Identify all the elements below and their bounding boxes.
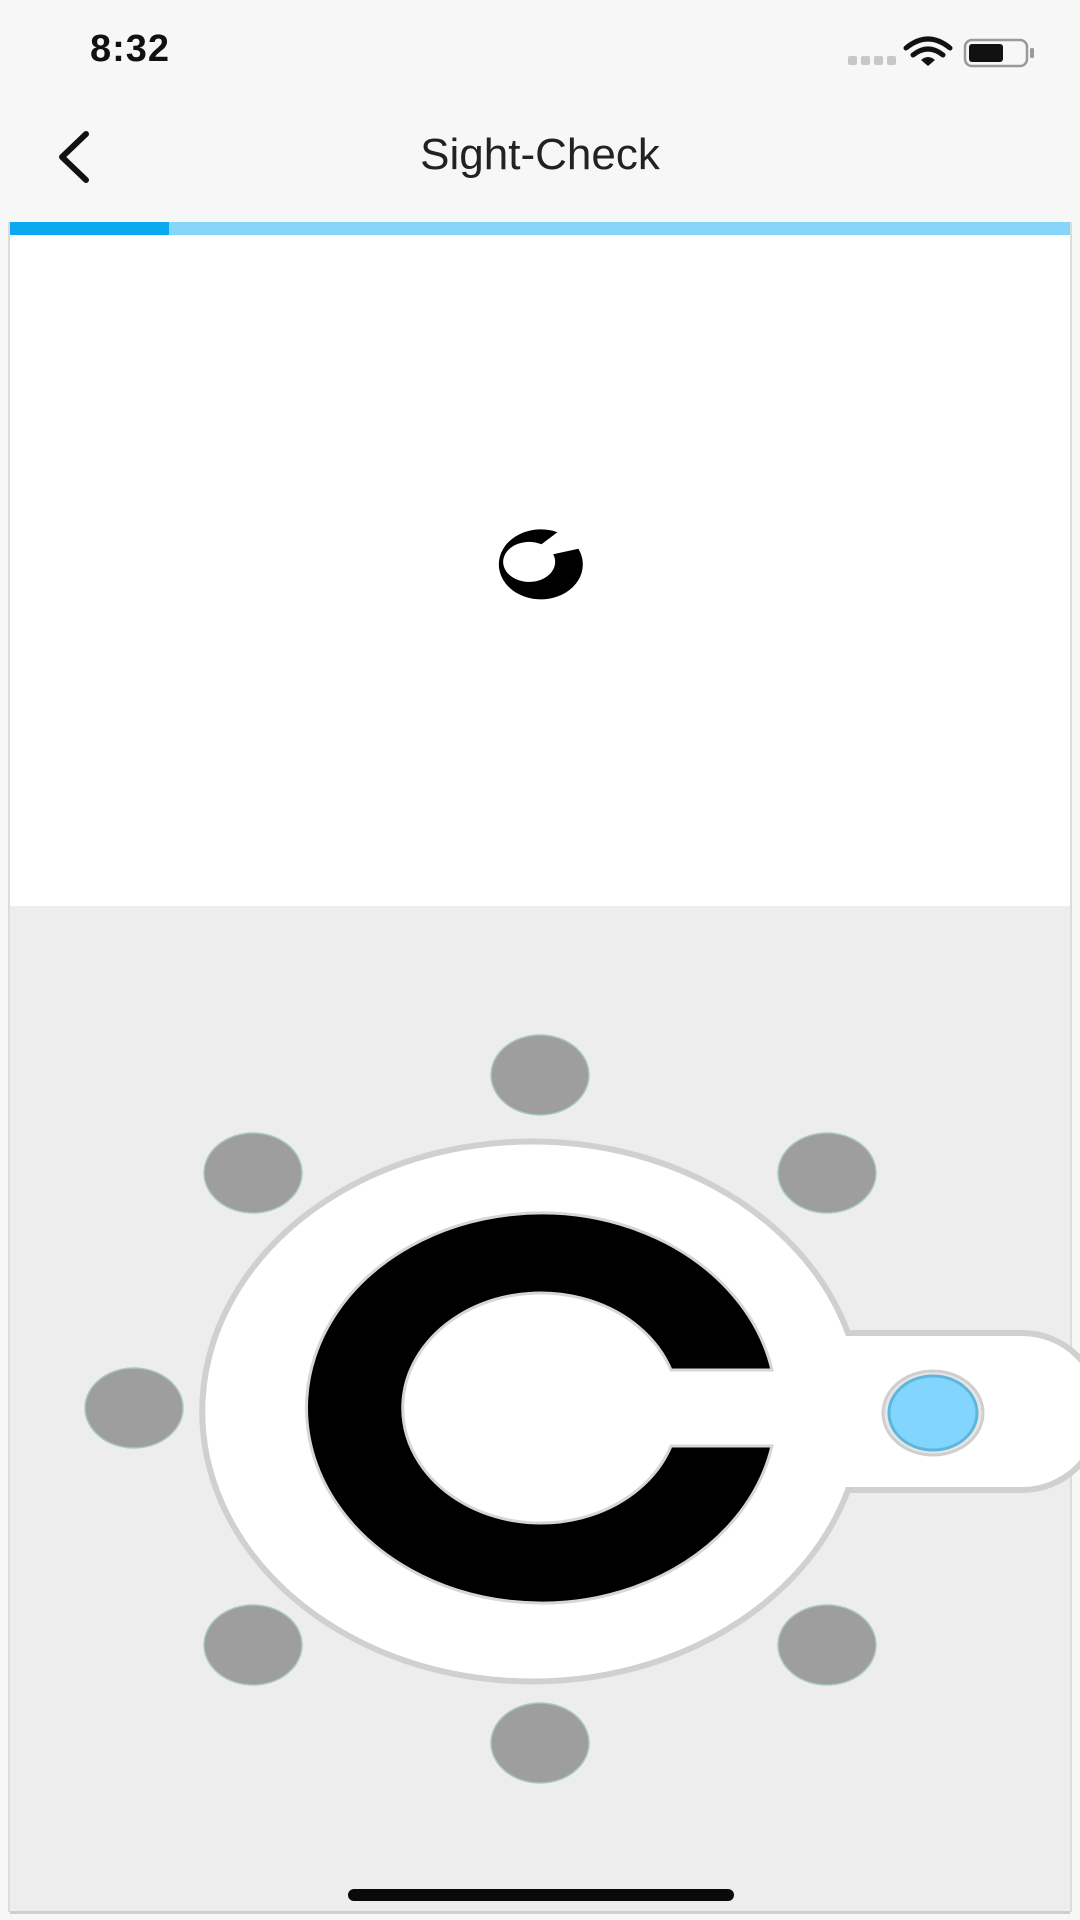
- direction-button-up-right[interactable]: [777, 1132, 877, 1214]
- status-time: 8:32: [90, 28, 171, 70]
- chevron-left-icon: [59, 131, 89, 183]
- direction-button-down-left[interactable]: [203, 1604, 303, 1686]
- target-panel: [10, 235, 1070, 906]
- direction-button-down-right[interactable]: [777, 1604, 877, 1686]
- direction-button-down[interactable]: [490, 1702, 590, 1784]
- direction-button-left[interactable]: [84, 1367, 184, 1449]
- nav-bar: Sight-Check: [0, 100, 1080, 222]
- page-title: Sight-Check: [420, 130, 660, 179]
- progress-bar: [10, 222, 1070, 235]
- bottom-border: [10, 1911, 1070, 1914]
- direction-button-up-left[interactable]: [203, 1132, 303, 1214]
- home-indicator[interactable]: [348, 1889, 734, 1901]
- direction-handle-right[interactable]: [887, 1374, 979, 1452]
- right-border: [1070, 222, 1072, 1912]
- left-border: [8, 222, 10, 1912]
- cellular-signal-icon: [848, 56, 896, 65]
- battery-icon: [963, 38, 1034, 68]
- wifi-icon: [903, 36, 953, 66]
- direction-button-up[interactable]: [490, 1034, 590, 1116]
- progress-fill: [10, 222, 169, 235]
- status-bar: 8:32: [0, 0, 1080, 100]
- back-button[interactable]: [44, 122, 114, 192]
- status-icons: [848, 36, 1034, 68]
- target-landolt-c: [498, 529, 583, 600]
